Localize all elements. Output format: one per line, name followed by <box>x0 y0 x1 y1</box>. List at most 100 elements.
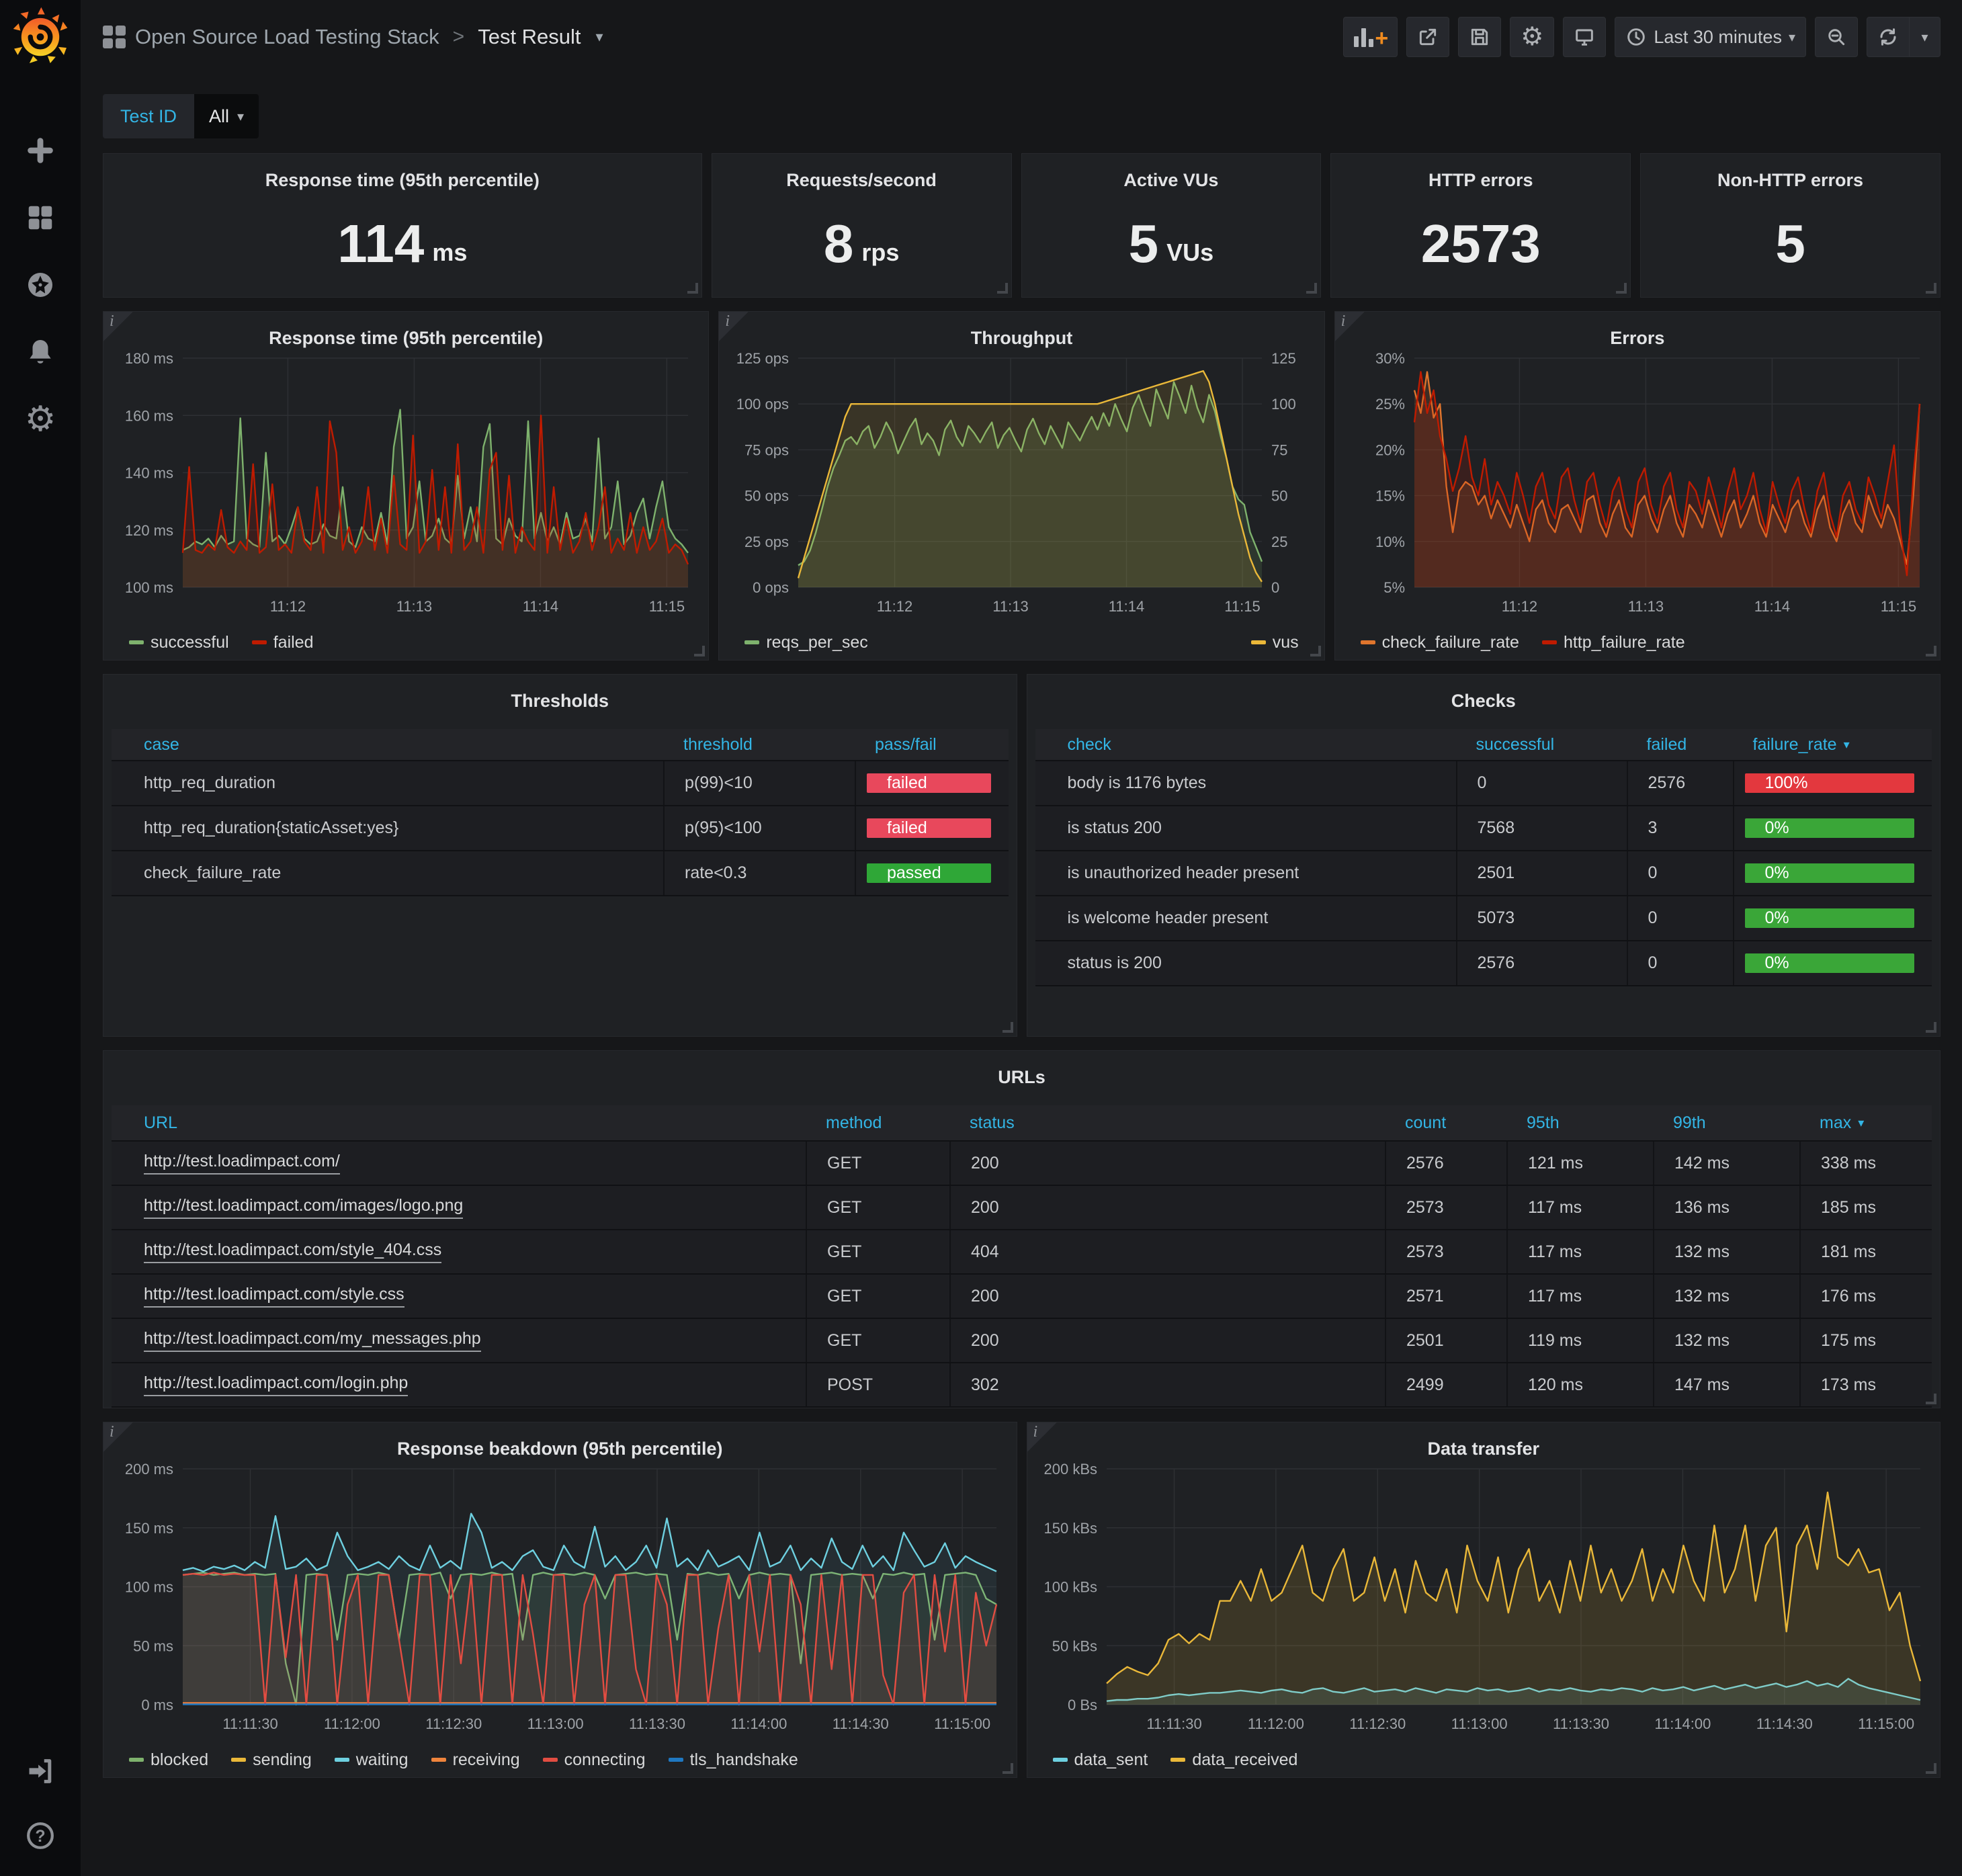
legend-item-sending[interactable]: sending <box>231 1750 312 1770</box>
panel-title[interactable]: Data transfer <box>1027 1422 1940 1459</box>
testid-variable[interactable]: Test ID All ▾ <box>103 94 259 138</box>
explore-compass-icon[interactable] <box>24 269 56 301</box>
legend-item-check_failure_rate[interactable]: check_failure_rate <box>1361 633 1519 652</box>
column-header[interactable]: failure_rate▾ <box>1733 729 1932 760</box>
stat-title[interactable]: HTTP errors <box>1428 154 1533 191</box>
dashboard-settings-button[interactable]: ⚙ <box>1510 17 1554 57</box>
breadcrumb-caret-icon[interactable]: ▾ <box>596 28 603 46</box>
panel-info-icon[interactable]: i <box>1335 312 1365 341</box>
time-range-picker[interactable]: Last 30 minutes ▾ <box>1615 17 1806 57</box>
legend-item-vus[interactable]: vus <box>1251 633 1299 652</box>
resize-handle[interactable] <box>1003 1763 1013 1774</box>
stat-unit: rps <box>861 221 899 267</box>
resize-handle[interactable] <box>1306 283 1317 294</box>
successful-cell: 2501 <box>1456 851 1627 895</box>
stat-title[interactable]: Response time (95th percentile) <box>265 154 540 191</box>
add-panel-button[interactable]: + <box>1343 17 1398 57</box>
resize-handle[interactable] <box>997 283 1008 294</box>
resize-handle[interactable] <box>1003 1022 1013 1033</box>
legend-item-connecting[interactable]: connecting <box>543 1750 646 1770</box>
panel-title[interactable]: Checks <box>1027 675 1940 712</box>
column-header[interactable]: successful <box>1456 729 1627 760</box>
help-icon[interactable]: ? <box>24 1820 56 1852</box>
resize-handle[interactable] <box>1926 1022 1936 1033</box>
url-link[interactable]: http://test.loadimpact.com/style.css <box>144 1285 404 1308</box>
refresh-interval-button[interactable]: ▾ <box>1910 17 1940 57</box>
column-header[interactable]: 95th <box>1506 1105 1653 1140</box>
panel-title[interactable]: Throughput <box>719 312 1324 349</box>
column-header[interactable]: failed <box>1627 729 1733 760</box>
count-cell: 2576 <box>1385 1142 1506 1185</box>
data-transfer-chart[interactable]: 0 Bs50 kBs100 kBs150 kBs200 kBs11:11:301… <box>1027 1459 1940 1742</box>
zoom-out-button[interactable] <box>1815 17 1858 57</box>
panel-info-icon[interactable]: i <box>1027 1422 1057 1452</box>
panel-title[interactable]: Response time (95th percentile) <box>103 312 708 349</box>
resize-handle[interactable] <box>1926 646 1936 656</box>
svg-text:11:12:30: 11:12:30 <box>425 1715 482 1732</box>
stat-title[interactable]: Non-HTTP errors <box>1717 154 1863 191</box>
column-header[interactable]: status <box>949 1105 1385 1140</box>
resize-handle[interactable] <box>687 283 698 294</box>
column-header[interactable]: 99th <box>1653 1105 1799 1140</box>
grafana-logo-icon[interactable] <box>11 5 69 63</box>
throughput-chart[interactable]: 0 ops25 ops50 ops75 ops100 ops125 ops025… <box>719 349 1324 625</box>
legend-item-receiving[interactable]: receiving <box>431 1750 520 1770</box>
panel-info-icon[interactable]: i <box>719 312 749 341</box>
panel-title[interactable]: Thresholds <box>103 675 1017 712</box>
stat-title[interactable]: Requests/second <box>786 154 937 191</box>
column-header[interactable]: threshold <box>663 729 855 760</box>
legend-item-failed[interactable]: failed <box>252 633 314 652</box>
legend-item-successful[interactable]: successful <box>129 633 229 652</box>
dashboards-grid-icon[interactable] <box>24 202 56 234</box>
resize-handle[interactable] <box>1926 1394 1936 1404</box>
legend-label: successful <box>151 633 229 652</box>
column-header[interactable]: max▾ <box>1799 1105 1932 1140</box>
legend-item-data_received[interactable]: data_received <box>1170 1750 1297 1770</box>
stat-title[interactable]: Active VUs <box>1123 154 1218 191</box>
sign-in-icon[interactable] <box>24 1755 56 1787</box>
refresh-button[interactable] <box>1867 17 1910 57</box>
resize-handle[interactable] <box>694 646 705 656</box>
column-header[interactable]: pass/fail <box>855 729 1009 760</box>
panel-info-icon[interactable]: i <box>103 1422 133 1452</box>
panel-info-icon[interactable]: i <box>103 312 133 341</box>
response-time-chart[interactable]: 100 ms120 ms140 ms160 ms180 ms11:1211:13… <box>103 349 708 625</box>
svg-text:75 ops: 75 ops <box>744 441 789 458</box>
panel-title[interactable]: Response beakdown (95th percentile) <box>103 1422 1017 1459</box>
legend-item-blocked[interactable]: blocked <box>129 1750 208 1770</box>
legend-item-waiting[interactable]: waiting <box>335 1750 409 1770</box>
dashboard-icon <box>103 26 126 48</box>
url-link[interactable]: http://test.loadimpact.com/images/logo.p… <box>144 1196 463 1219</box>
testid-value-dropdown[interactable]: All ▾ <box>194 94 259 138</box>
column-header[interactable]: case <box>112 729 663 760</box>
resize-handle[interactable] <box>1926 283 1936 294</box>
share-button[interactable] <box>1406 17 1449 57</box>
cycle-view-button[interactable] <box>1563 17 1606 57</box>
column-header[interactable]: URL <box>112 1105 806 1140</box>
breadcrumb-page[interactable]: Test Result <box>478 25 581 49</box>
legend-swatch <box>669 1758 683 1762</box>
resize-handle[interactable] <box>1926 1763 1936 1774</box>
legend-item-http_failure_rate[interactable]: http_failure_rate <box>1542 633 1685 652</box>
legend-item-data_sent[interactable]: data_sent <box>1053 1750 1148 1770</box>
url-link[interactable]: http://test.loadimpact.com/style_404.css <box>144 1240 441 1263</box>
configuration-gear-icon[interactable]: ⚙ <box>24 403 56 435</box>
resize-handle[interactable] <box>1616 283 1627 294</box>
breadcrumb-dashboard[interactable]: Open Source Load Testing Stack <box>135 25 439 49</box>
column-header[interactable]: check <box>1035 729 1456 760</box>
url-link[interactable]: http://test.loadimpact.com/ <box>144 1152 340 1175</box>
panel-title[interactable]: URLs <box>103 1051 1940 1088</box>
legend-item-reqs_per_sec[interactable]: reqs_per_sec <box>744 633 867 652</box>
column-header[interactable]: method <box>806 1105 949 1140</box>
legend-item-tls_handshake[interactable]: tls_handshake <box>669 1750 798 1770</box>
column-header[interactable]: count <box>1385 1105 1506 1140</box>
create-plus-icon[interactable] <box>24 134 56 167</box>
errors-chart[interactable]: 5%10%15%20%25%30%11:1211:1311:1411:15 <box>1335 349 1940 625</box>
alerting-bell-icon[interactable] <box>24 336 56 368</box>
panel-title[interactable]: Errors <box>1335 312 1940 349</box>
resize-handle[interactable] <box>1310 646 1321 656</box>
response-breakdown-chart[interactable]: 0 ms50 ms100 ms150 ms200 ms11:11:3011:12… <box>103 1459 1017 1742</box>
url-link[interactable]: http://test.loadimpact.com/login.php <box>144 1373 408 1396</box>
url-link[interactable]: http://test.loadimpact.com/my_messages.p… <box>144 1329 481 1352</box>
save-button[interactable] <box>1458 17 1501 57</box>
